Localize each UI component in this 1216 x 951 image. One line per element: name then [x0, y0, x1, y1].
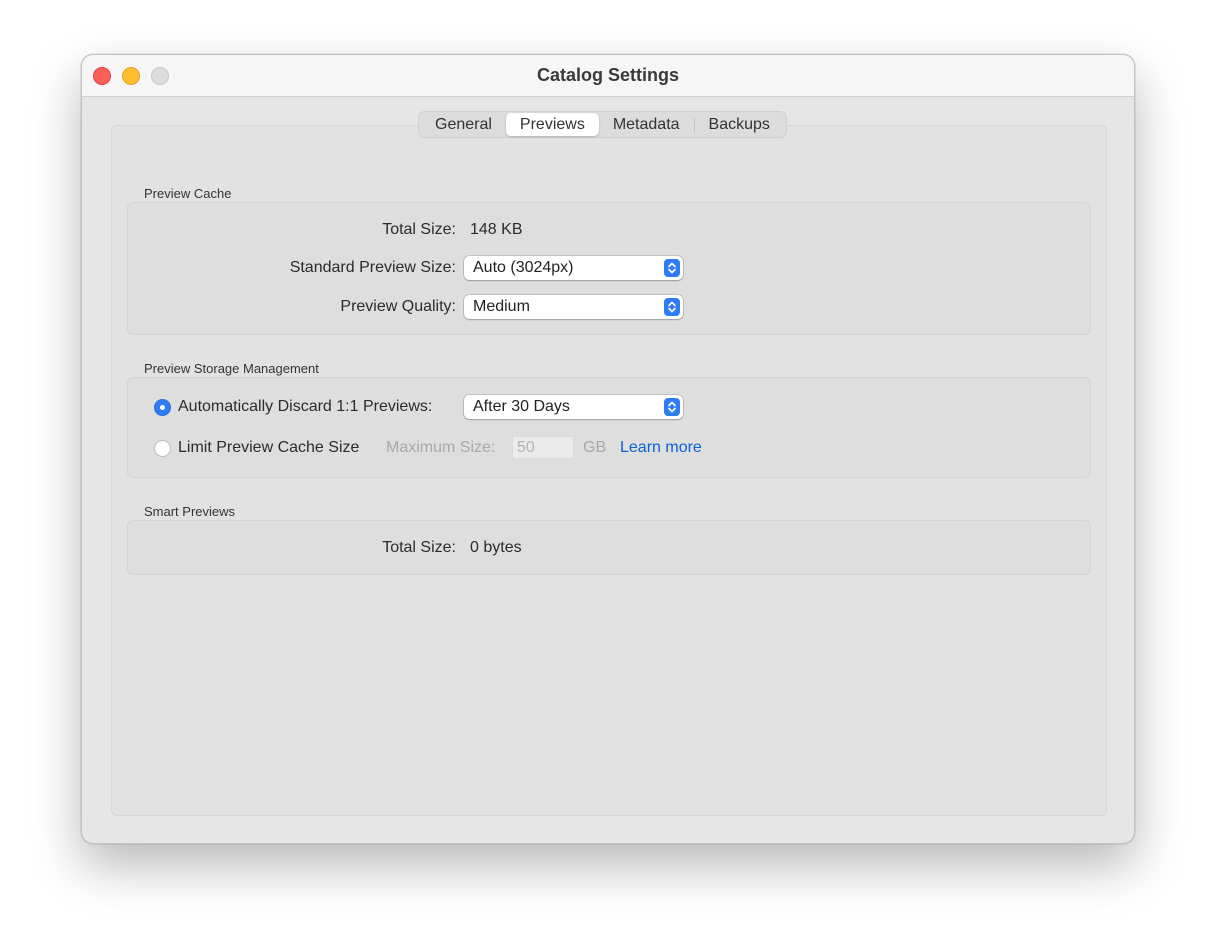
maximum-size-label: Maximum Size:: [386, 439, 496, 456]
limit-cache-radio[interactable]: [154, 440, 171, 457]
title-bar: Catalog Settings: [82, 55, 1134, 97]
preview-cache-heading: Preview Cache: [144, 186, 232, 201]
total-size-label: Total Size:: [382, 221, 456, 238]
popup-chevron-icon: [664, 298, 680, 316]
learn-more-link[interactable]: Learn more: [620, 439, 702, 457]
auto-discard-label: Automatically Discard 1:1 Previews:: [178, 398, 433, 415]
tab-previews[interactable]: Previews: [505, 113, 599, 136]
limit-cache-label: Limit Preview Cache Size: [178, 439, 360, 456]
settings-tabs: General Previews Metadata Backups: [418, 111, 787, 138]
total-size-value: 148 KB: [470, 221, 523, 238]
window-title: Catalog Settings: [536, 65, 679, 85]
storage-management-group: Automatically Discard 1:1 Previews: Afte…: [127, 377, 1091, 478]
preview-quality-label: Preview Quality:: [340, 298, 456, 315]
standard-preview-size-label: Standard Preview Size:: [289, 259, 456, 276]
standard-preview-size-value: Auto (3024px): [473, 259, 574, 276]
maximum-size-field[interactable]: 50: [512, 436, 574, 459]
auto-discard-radio[interactable]: [154, 399, 171, 416]
preview-quality-value: Medium: [473, 298, 530, 315]
popup-chevron-icon: [664, 398, 680, 416]
smart-total-size-label: Total Size:: [382, 539, 456, 556]
smart-total-size-value: 0 bytes: [470, 539, 522, 556]
auto-discard-popup[interactable]: After 30 Days: [464, 395, 683, 419]
catalog-settings-window: Catalog Settings General Previews Metada…: [81, 54, 1135, 844]
tab-metadata[interactable]: Metadata: [599, 113, 694, 136]
standard-preview-size-popup[interactable]: Auto (3024px): [464, 256, 683, 280]
preview-cache-group: Total Size: 148 KB Standard Preview Size…: [127, 202, 1091, 335]
auto-discard-value: After 30 Days: [473, 398, 570, 415]
tab-backups[interactable]: Backups: [695, 113, 784, 136]
smart-previews-heading: Smart Previews: [144, 504, 236, 519]
popup-chevron-icon: [664, 259, 680, 277]
maximum-size-unit: GB: [583, 439, 607, 456]
preview-quality-popup[interactable]: Medium: [464, 295, 683, 319]
storage-management-heading: Preview Storage Management: [144, 361, 319, 376]
smart-previews-group: Total Size: 0 bytes: [127, 520, 1091, 575]
tab-general[interactable]: General: [421, 113, 506, 136]
